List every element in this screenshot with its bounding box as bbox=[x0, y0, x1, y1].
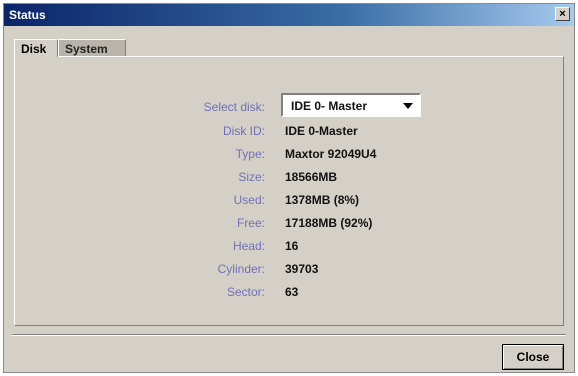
chevron-down-icon[interactable] bbox=[403, 103, 413, 109]
free-row: Free: 17188MB (92%) bbox=[15, 213, 565, 235]
head-row: Head: 16 bbox=[15, 236, 565, 258]
status-dialog: Status × Disk System Select disk: IDE 0-… bbox=[3, 3, 575, 373]
disk-id-row: Disk ID: IDE 0-Master bbox=[15, 121, 565, 143]
type-label: Type: bbox=[235, 147, 265, 161]
cylinder-value: 39703 bbox=[285, 262, 319, 276]
type-row: Type: Maxtor 92049U4 bbox=[15, 144, 565, 166]
cylinder-row: Cylinder: 39703 bbox=[15, 259, 565, 281]
used-row: Used: 1378MB (8%) bbox=[15, 190, 565, 212]
close-button[interactable]: Close bbox=[502, 344, 564, 370]
used-label: Used: bbox=[233, 193, 265, 207]
sector-label: Sector: bbox=[226, 285, 265, 299]
type-value: Maxtor 92049U4 bbox=[285, 147, 377, 161]
head-label: Head: bbox=[232, 239, 265, 253]
title-bar[interactable]: Status × bbox=[4, 4, 574, 26]
disk-id-label: Disk ID: bbox=[223, 124, 265, 138]
disk-id-value: IDE 0-Master bbox=[285, 124, 358, 138]
tab-strip: Disk System bbox=[4, 26, 574, 57]
sector-value: 63 bbox=[285, 285, 299, 299]
select-disk-label: Select disk: bbox=[203, 100, 265, 114]
head-value: 16 bbox=[285, 239, 299, 253]
disk-panel: Select disk: IDE 0- Master Disk ID: IDE … bbox=[14, 56, 564, 326]
size-label: Size: bbox=[238, 170, 265, 184]
size-value: 18566MB bbox=[285, 170, 338, 184]
sector-row: Sector: 63 bbox=[15, 282, 565, 304]
select-disk-row: Select disk: IDE 0- Master bbox=[15, 93, 565, 119]
window-title: Status bbox=[9, 8, 46, 22]
bottom-divider bbox=[12, 334, 566, 336]
close-window-icon[interactable]: × bbox=[555, 7, 570, 21]
cylinder-label: Cylinder: bbox=[217, 262, 265, 276]
tab-disk[interactable]: Disk bbox=[14, 39, 58, 57]
select-disk-dropdown[interactable]: IDE 0- Master bbox=[281, 93, 421, 117]
tab-system[interactable]: System bbox=[58, 39, 126, 57]
free-value: 17188MB (92%) bbox=[285, 216, 373, 230]
selected-disk-value: IDE 0- Master bbox=[291, 99, 368, 113]
used-value: 1378MB (8%) bbox=[285, 193, 360, 207]
free-label: Free: bbox=[236, 216, 265, 230]
size-row: Size: 18566MB bbox=[15, 167, 565, 189]
